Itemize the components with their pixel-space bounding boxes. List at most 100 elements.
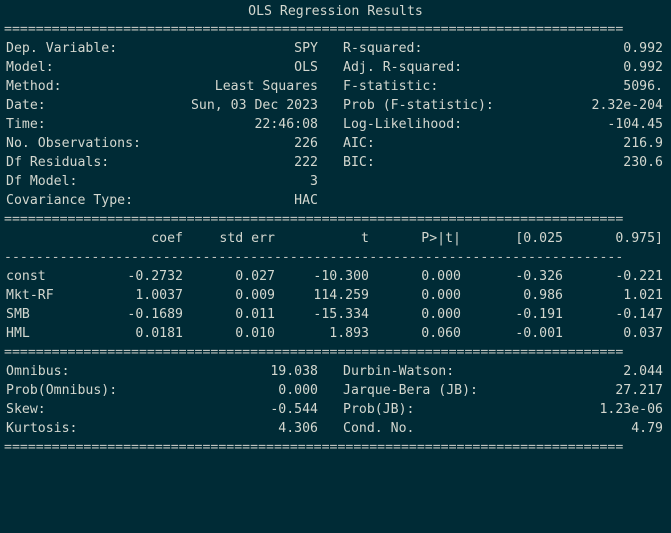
bottom-left-label: Kurtosis: [6, 421, 78, 436]
coef-header: 0.975] [615, 231, 663, 246]
top-left-label: Model: [6, 60, 54, 75]
bottom-left-label: Omnibus: [6, 364, 70, 379]
table-cell: 0.027 [235, 269, 275, 284]
top-left-label: Df Residuals: [6, 155, 110, 170]
table-row: const -0.2732 0.027 -10.300 0.000 -0.326… [0, 267, 671, 286]
table-cell: -0.1689 [127, 307, 183, 322]
table-cell: 0.0181 [135, 326, 183, 341]
table-cell: 0.060 [421, 326, 461, 341]
table-cell: -0.326 [515, 269, 563, 284]
top-right-value: 216.9 [623, 136, 663, 151]
rule-double-4: ========================================… [4, 440, 624, 455]
top-left-value: HAC [294, 193, 318, 208]
top-row: Df Residuals: 222 BIC: 230.6 [0, 153, 671, 172]
bottom-left-label: Prob(Omnibus): [6, 383, 118, 398]
table-cell: -0.2732 [127, 269, 183, 284]
top-left-value: SPY [294, 41, 318, 56]
table-cell: 1.021 [623, 288, 663, 303]
table-cell: 0.011 [235, 307, 275, 322]
bottom-right-label: Cond. No. [343, 421, 415, 436]
rule-double-3: ========================================… [4, 345, 624, 360]
coef-header: coef [151, 231, 183, 246]
top-left-label: Method: [6, 79, 62, 94]
top-right-label: Prob (F-statistic): [343, 98, 494, 113]
bottom-right-value: 2.044 [623, 364, 663, 379]
rule-single: ----------------------------------------… [4, 250, 624, 265]
top-row: Date: Sun, 03 Dec 2023 Prob (F-statistic… [0, 96, 671, 115]
table-cell: 0.000 [421, 269, 461, 284]
top-row: No. Observations: 226 AIC: 216.9 [0, 134, 671, 153]
top-right-label: AIC: [343, 136, 375, 151]
top-right-label: Log-Likelihood: [343, 117, 463, 132]
results-title: OLS Regression Results [248, 4, 423, 19]
coef-header: [0.025 [515, 231, 563, 246]
top-right-label: R-squared: [343, 41, 423, 56]
bottom-right-label: Durbin-Watson: [343, 364, 455, 379]
top-left-label: Date: [6, 98, 46, 113]
bottom-row: Kurtosis: 4.306 Cond. No. 4.79 [0, 419, 671, 438]
bottom-row: Omnibus: 19.038 Durbin-Watson: 2.044 [0, 362, 671, 381]
bottom-left-value: 4.306 [278, 421, 318, 436]
table-cell: 1.893 [329, 326, 369, 341]
bottom-right-label: Jarque-Bera (JB): [343, 383, 478, 398]
top-left-value: 226 [294, 136, 318, 151]
title-line: OLS Regression Results [0, 2, 671, 21]
top-row: Time: 22:46:08 Log-Likelihood: -104.45 [0, 115, 671, 134]
top-right-value: 2.32e-204 [591, 98, 663, 113]
bottom-left-label: Skew: [6, 402, 46, 417]
table-cell: 1.0037 [135, 288, 183, 303]
term-name: const [6, 269, 46, 284]
bottom-left-value: 19.038 [270, 364, 318, 379]
table-cell: 0.009 [235, 288, 275, 303]
top-left-label: Df Model: [6, 174, 78, 189]
bottom-left-value: -0.544 [270, 402, 318, 417]
terminal-screen: OLS Regression Results =================… [0, 0, 671, 464]
table-cell: -0.191 [515, 307, 563, 322]
top-left-value: OLS [294, 60, 318, 75]
bottom-right-value: 4.79 [631, 421, 663, 436]
top-row: Model: OLS Adj. R-squared: 0.992 [0, 58, 671, 77]
top-row: Dep. Variable: SPY R-squared: 0.992 [0, 39, 671, 58]
table-cell: 114.259 [313, 288, 369, 303]
table-cell: 0.986 [523, 288, 563, 303]
top-left-label: Dep. Variable: [6, 41, 118, 56]
top-left-label: No. Observations: [6, 136, 141, 151]
top-left-label: Time: [6, 117, 46, 132]
top-left-value: 22:46:08 [254, 117, 318, 132]
top-right-label: BIC: [343, 155, 375, 170]
bottom-row: Prob(Omnibus): 0.000 Jarque-Bera (JB): 2… [0, 381, 671, 400]
top-row: Method: Least Squares F-statistic: 5096. [0, 77, 671, 96]
top-row: Df Model: 3 [0, 172, 671, 191]
term-name: HML [6, 326, 30, 341]
table-cell: 0.000 [421, 288, 461, 303]
table-cell: -10.300 [313, 269, 369, 284]
table-row: HML 0.0181 0.010 1.893 0.060 -0.001 0.03… [0, 324, 671, 343]
coef-header: std err [219, 231, 275, 246]
top-left-value: 222 [294, 155, 318, 170]
top-left-value: Least Squares [214, 79, 318, 94]
table-row: SMB -0.1689 0.011 -15.334 0.000 -0.191 -… [0, 305, 671, 324]
bottom-right-label: Prob(JB): [343, 402, 415, 417]
top-right-value: 230.6 [623, 155, 663, 170]
table-cell: 0.010 [235, 326, 275, 341]
table-cell: -0.221 [615, 269, 663, 284]
top-right-value: 5096. [623, 79, 663, 94]
table-row: Mkt-RF 1.0037 0.009 114.259 0.000 0.986 … [0, 286, 671, 305]
top-right-label: F-statistic: [343, 79, 439, 94]
bottom-row: Skew: -0.544 Prob(JB): 1.23e-06 [0, 400, 671, 419]
table-cell: 0.000 [421, 307, 461, 322]
coef-header: P>|t| [421, 231, 461, 246]
bottom-right-value: 27.217 [615, 383, 663, 398]
table-cell: -15.334 [313, 307, 369, 322]
top-right-value: 0.992 [623, 60, 663, 75]
top-right-value: 0.992 [623, 41, 663, 56]
coef-header-row: coef std err t P>|t| [0.025 0.975] [0, 229, 671, 248]
rule-double-1: ========================================… [4, 22, 624, 37]
term-name: SMB [6, 307, 30, 322]
bottom-right-value: 1.23e-06 [599, 402, 663, 417]
coef-header: t [361, 231, 369, 246]
top-right-value: -104.45 [607, 117, 663, 132]
top-right-label: Adj. R-squared: [343, 60, 463, 75]
table-cell: -0.147 [615, 307, 663, 322]
top-left-value: 3 [310, 174, 318, 189]
